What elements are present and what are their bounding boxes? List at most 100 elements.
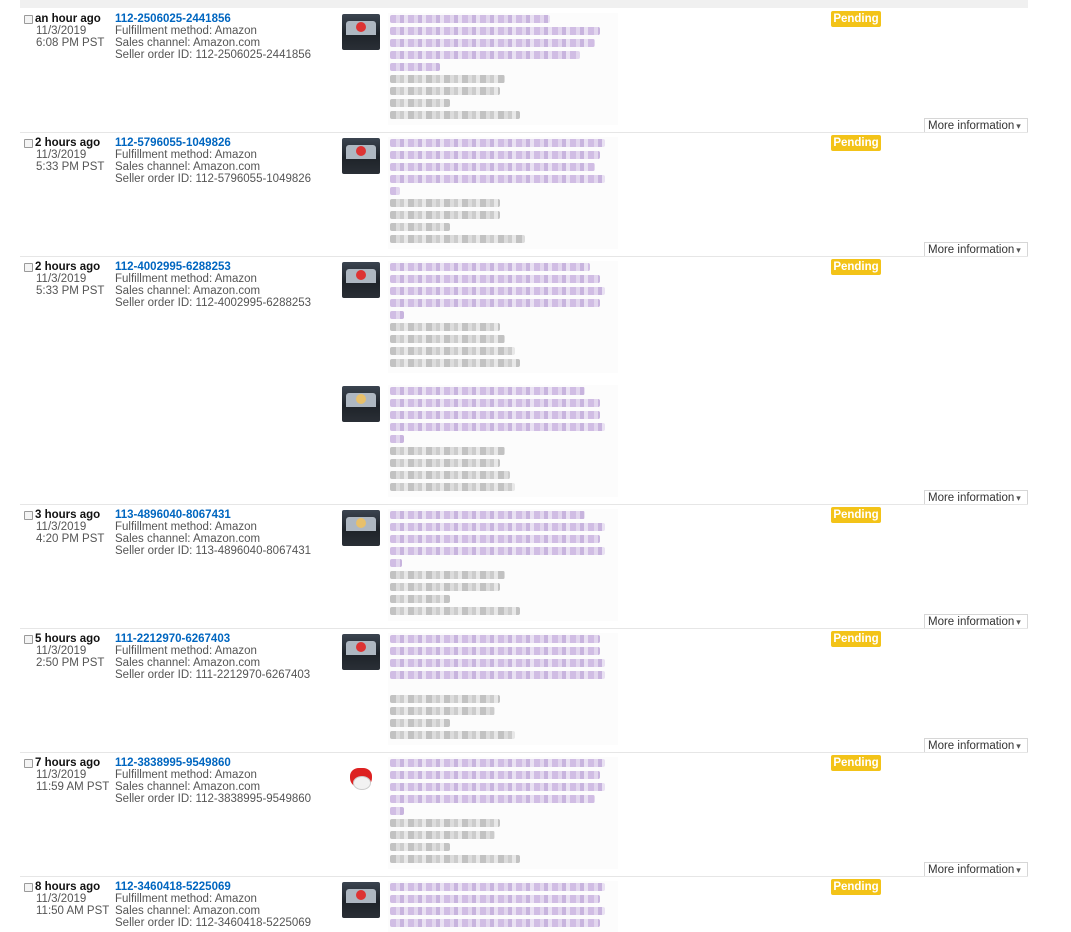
- more-information-label: More information: [928, 492, 1015, 504]
- more-information-label: More information: [928, 740, 1015, 752]
- order-date: 3 hours ago 11/3/2019 4:20 PM PST: [35, 509, 104, 545]
- sales-channel: Sales channel: Amazon.com: [115, 781, 261, 793]
- product-thumbnail[interactable]: [342, 758, 380, 794]
- seller-order-id: Seller order ID: 112-4002995-6288253: [115, 297, 312, 309]
- order-row: 3 hours ago 11/3/2019 4:20 PM PST 113-48…: [20, 505, 1028, 629]
- order-time-value: 5:33 PM PST: [36, 285, 105, 297]
- order-details: 112-5796055-1049826 Fulfillment method: …: [115, 137, 311, 185]
- product-info-redacted: [388, 509, 618, 621]
- order-select-checkbox[interactable]: [24, 511, 33, 520]
- order-age: 8 hours ago: [35, 881, 101, 893]
- order-details: 112-2506025-2441856 Fulfillment method: …: [115, 13, 311, 61]
- order-date: 8 hours ago 11/3/2019 11:50 AM PST: [35, 881, 109, 917]
- fulfillment-method: Fulfillment method: Amazon: [115, 149, 257, 161]
- seller-order-id: Seller order ID: 112-3460418-5225069: [115, 917, 312, 929]
- product-thumbnail[interactable]: [342, 510, 380, 546]
- order-id-link[interactable]: 111-2212970-6267403: [115, 633, 230, 645]
- sales-channel: Sales channel: Amazon.com: [115, 905, 261, 917]
- order-select-checkbox[interactable]: [24, 635, 33, 644]
- order-time-value: 11:59 AM PST: [36, 781, 110, 793]
- status-badge: Pending: [831, 259, 881, 275]
- order-time-value: 11:50 AM PST: [36, 905, 110, 917]
- order-select-checkbox[interactable]: [24, 15, 33, 24]
- order-time-value: 6:08 PM PST: [36, 37, 105, 49]
- order-select-checkbox[interactable]: [24, 883, 33, 892]
- order-id-link[interactable]: 112-2506025-2441856: [115, 13, 231, 25]
- product-thumbnail[interactable]: [342, 138, 380, 174]
- sales-channel: Sales channel: Amazon.com: [115, 161, 261, 173]
- order-id-link[interactable]: 112-3460418-5225069: [115, 881, 231, 893]
- sales-channel: Sales channel: Amazon.com: [115, 37, 261, 49]
- fulfillment-method: Fulfillment method: Amazon: [115, 273, 257, 285]
- order-age: 2 hours ago: [35, 137, 101, 149]
- fulfillment-method: Fulfillment method: Amazon: [115, 521, 257, 533]
- table-header-strip: [20, 0, 1028, 8]
- status-badge: Pending: [831, 11, 881, 27]
- order-date: an hour ago 11/3/2019 6:08 PM PST: [35, 13, 104, 49]
- more-information-label: More information: [928, 244, 1015, 256]
- chevron-down-icon: ▾: [1016, 617, 1021, 627]
- chevron-down-icon: ▾: [1016, 121, 1021, 131]
- fulfillment-method: Fulfillment method: Amazon: [115, 893, 257, 905]
- more-information-label: More information: [928, 616, 1015, 628]
- order-details: 112-3838995-9549860 Fulfillment method: …: [115, 757, 311, 805]
- order-date-value: 11/3/2019: [36, 273, 87, 285]
- order-row: 2 hours ago 11/3/2019 5:33 PM PST 112-57…: [20, 133, 1028, 257]
- product-thumbnail[interactable]: [342, 634, 380, 670]
- order-id-link[interactable]: 112-5796055-1049826: [115, 137, 231, 149]
- order-date: 2 hours ago 11/3/2019 5:33 PM PST: [35, 261, 104, 297]
- order-date: 7 hours ago 11/3/2019 11:59 AM PST: [35, 757, 109, 793]
- fulfillment-method: Fulfillment method: Amazon: [115, 769, 257, 781]
- product-info-redacted-2: [388, 385, 618, 497]
- order-date-value: 11/3/2019: [36, 149, 87, 161]
- more-information-button[interactable]: More information ▾: [924, 490, 1028, 504]
- order-details: 111-2212970-6267403 Fulfillment method: …: [115, 633, 310, 681]
- order-details: 113-4896040-8067431 Fulfillment method: …: [115, 509, 311, 557]
- product-info-redacted: [388, 137, 618, 249]
- status-badge: Pending: [831, 755, 881, 771]
- more-information-button[interactable]: More information ▾: [924, 862, 1028, 876]
- product-info-redacted: [388, 261, 618, 373]
- product-thumbnail[interactable]: [342, 262, 380, 298]
- fulfillment-method: Fulfillment method: Amazon: [115, 25, 257, 37]
- product-thumbnail[interactable]: [342, 882, 380, 918]
- product-thumbnail-2[interactable]: [342, 386, 380, 422]
- status-badge: Pending: [831, 879, 881, 895]
- order-row: 8 hours ago 11/3/2019 11:50 AM PST 112-3…: [20, 877, 1028, 932]
- chevron-down-icon: ▾: [1016, 741, 1021, 751]
- seller-order-id: Seller order ID: 112-3838995-9549860: [115, 793, 312, 805]
- sales-channel: Sales channel: Amazon.com: [115, 285, 261, 297]
- order-row: 5 hours ago 11/3/2019 2:50 PM PST 111-22…: [20, 629, 1028, 753]
- chevron-down-icon: ▾: [1016, 865, 1021, 875]
- order-id-link[interactable]: 112-4002995-6288253: [115, 261, 231, 273]
- status-badge: Pending: [831, 631, 881, 647]
- more-information-button[interactable]: More information ▾: [924, 614, 1028, 628]
- product-info-redacted: [388, 881, 618, 932]
- order-date-value: 11/3/2019: [36, 893, 87, 905]
- sales-channel: Sales channel: Amazon.com: [115, 657, 261, 669]
- order-time-value: 2:50 PM PST: [36, 657, 105, 669]
- status-badge: Pending: [831, 507, 881, 523]
- order-row: 7 hours ago 11/3/2019 11:59 AM PST 112-3…: [20, 753, 1028, 877]
- order-select-checkbox[interactable]: [24, 263, 33, 272]
- order-id-link[interactable]: 112-3838995-9549860: [115, 757, 231, 769]
- sales-channel: Sales channel: Amazon.com: [115, 533, 261, 545]
- order-select-checkbox[interactable]: [24, 759, 33, 768]
- order-date-value: 11/3/2019: [36, 645, 87, 657]
- product-info-redacted: [388, 757, 618, 869]
- more-information-button[interactable]: More information ▾: [924, 242, 1028, 256]
- product-thumbnail[interactable]: [342, 14, 380, 50]
- order-age: 3 hours ago: [35, 509, 101, 521]
- more-information-button[interactable]: More information ▾: [924, 738, 1028, 752]
- seller-order-id: Seller order ID: 112-2506025-2441856: [115, 49, 312, 61]
- order-age: an hour ago: [35, 13, 101, 25]
- order-select-checkbox[interactable]: [24, 139, 33, 148]
- order-details: 112-3460418-5225069 Fulfillment method: …: [115, 881, 311, 929]
- order-id-link[interactable]: 113-4896040-8067431: [115, 509, 231, 521]
- product-info-redacted: [388, 13, 618, 125]
- more-information-button[interactable]: More information ▾: [924, 118, 1028, 132]
- order-time-value: 5:33 PM PST: [36, 161, 105, 173]
- order-date: 2 hours ago 11/3/2019 5:33 PM PST: [35, 137, 104, 173]
- more-information-label: More information: [928, 864, 1015, 876]
- order-date-value: 11/3/2019: [36, 521, 87, 533]
